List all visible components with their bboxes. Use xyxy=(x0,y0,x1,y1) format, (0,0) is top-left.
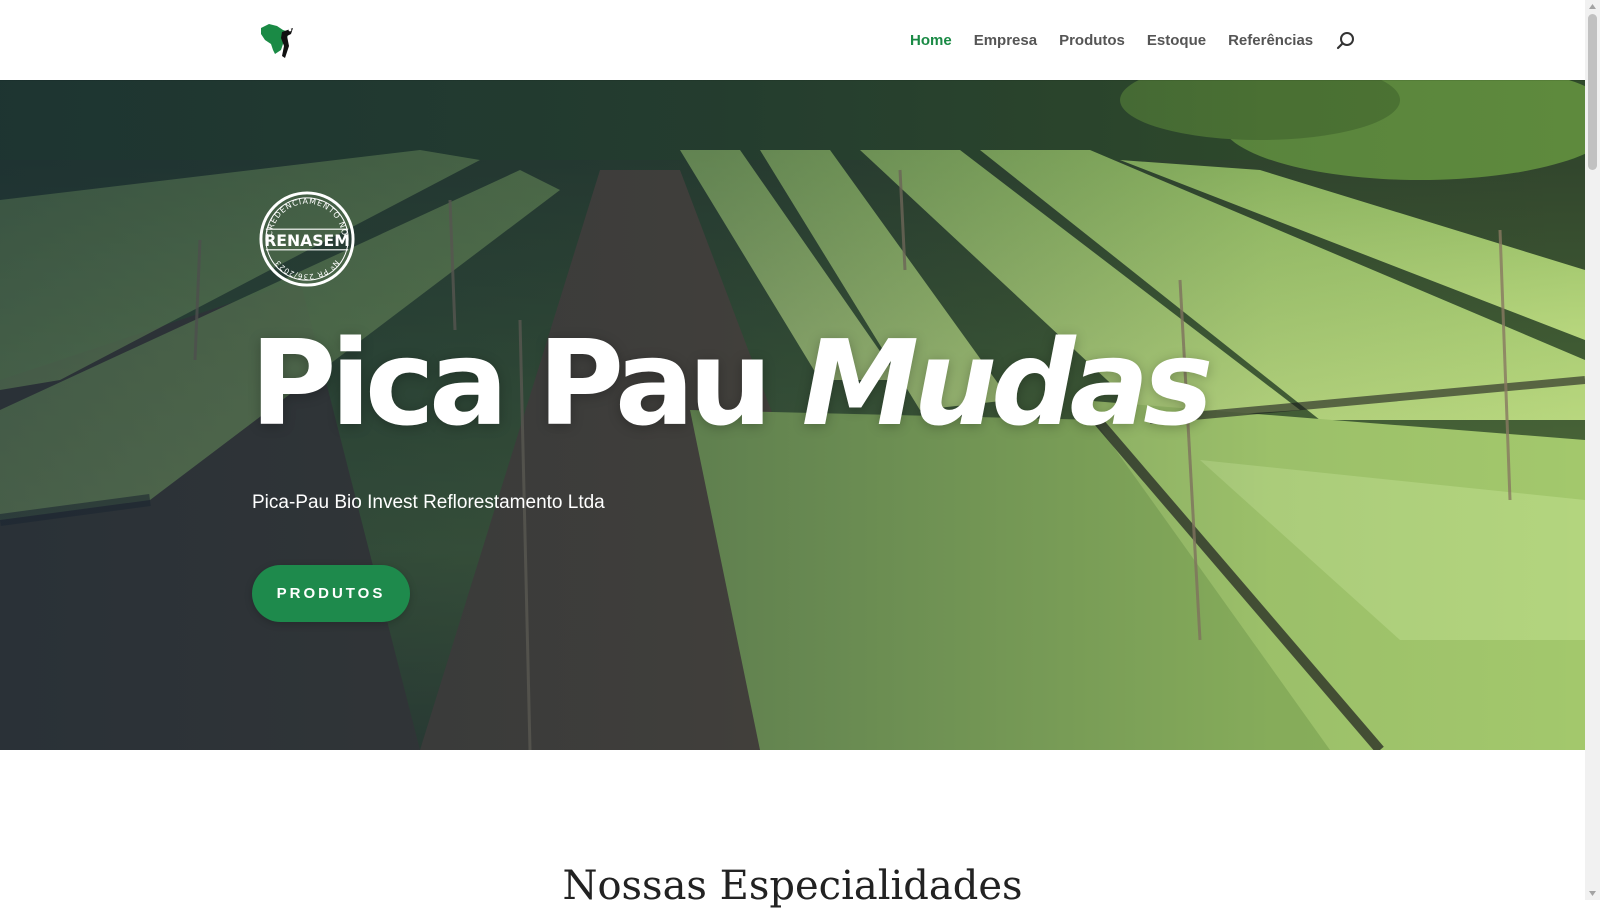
scroll-up-arrow-icon[interactable] xyxy=(1588,2,1597,11)
page-scrollbar[interactable] xyxy=(1585,0,1600,900)
hero-title: Pica Pau Mudas xyxy=(250,318,1213,448)
renasem-stamp: CREDENCIAMENTO NO RENASEM Nº PR 236/2023 xyxy=(259,191,355,287)
nav-empresa[interactable]: Empresa xyxy=(974,31,1037,51)
nav-referencias[interactable]: Referências xyxy=(1228,31,1313,51)
section-title: Nossas Especialidades xyxy=(562,863,1023,909)
scroll-thumb[interactable] xyxy=(1588,14,1597,170)
nav-estoque[interactable]: Estoque xyxy=(1147,31,1206,51)
search-button[interactable] xyxy=(1335,30,1357,52)
hero-subtitle: Pica-Pau Bio Invest Reflorestamento Ltda xyxy=(252,492,605,513)
scroll-down-arrow-icon[interactable] xyxy=(1588,889,1597,898)
nav-produtos[interactable]: Produtos xyxy=(1059,31,1125,51)
brazil-map-woodpecker-icon xyxy=(261,24,293,58)
hero-section: CREDENCIAMENTO NO RENASEM Nº PR 236/2023… xyxy=(0,80,1585,750)
main-nav: Home Empresa Produtos Estoque Referência… xyxy=(910,30,1357,52)
produtos-button[interactable]: PRODUTOS xyxy=(252,565,410,622)
site-header: Home Empresa Produtos Estoque Referência… xyxy=(0,0,1585,80)
nav-home[interactable]: Home xyxy=(910,31,952,51)
hero-title-part2: Mudas xyxy=(801,314,1214,452)
hero-title-part1: Pica Pau xyxy=(250,314,773,452)
site-logo[interactable] xyxy=(255,18,299,62)
stamp-main-text: RENASEM xyxy=(264,231,350,250)
search-icon xyxy=(1337,32,1355,50)
